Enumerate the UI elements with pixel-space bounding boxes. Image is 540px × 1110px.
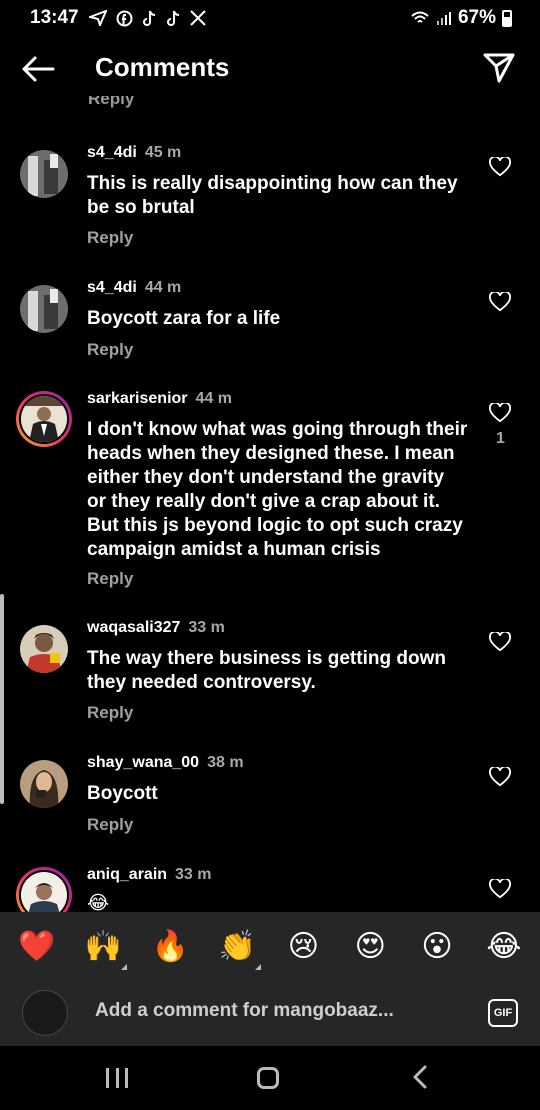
emoji-heart-eyes[interactable]: 😍: [352, 929, 388, 964]
emoji-raising-hands[interactable]: 🙌: [85, 929, 127, 970]
navigation-icon: [88, 10, 107, 26]
comment-header: s4_4di 44 m: [87, 279, 181, 297]
comment-header: waqasali327 33 m: [87, 619, 225, 637]
comment-input-row: Add a comment for mangobaaz... GIF: [0, 980, 540, 1046]
reply-button[interactable]: Reply: [87, 569, 133, 589]
send-icon[interactable]: [482, 52, 516, 84]
recent-apps-icon[interactable]: [106, 1068, 128, 1088]
comment-username[interactable]: s4_4di: [87, 144, 137, 161]
avatar[interactable]: [20, 285, 68, 333]
notification-icons: [88, 10, 206, 27]
emoji-clapping-hands[interactable]: 👏: [219, 929, 261, 970]
comment-time: 45 m: [144, 144, 182, 161]
like-heart-icon[interactable]: [489, 157, 511, 177]
avatar[interactable]: [20, 760, 68, 808]
comment-time: 44 m: [144, 279, 182, 296]
emoji-tears-of-joy[interactable]: 😂: [486, 929, 522, 964]
current-user-avatar: [22, 990, 68, 1036]
system-nav-bar: [0, 1046, 540, 1110]
comment-time: 33 m: [188, 619, 225, 636]
avatar[interactable]: [16, 867, 72, 912]
status-time: 13:47: [30, 7, 79, 28]
wifi-icon: [411, 11, 429, 23]
skin-tone-indicator: [120, 963, 127, 970]
reply-button[interactable]: Reply: [87, 703, 133, 723]
like-count: 1: [496, 430, 505, 447]
comment-text: Boycott zara for a life: [87, 308, 281, 329]
comment-item: aniq_arain 33 m 😂: [0, 862, 540, 912]
comment-username[interactable]: sarkarisenior: [87, 390, 188, 407]
back-arrow-icon[interactable]: [20, 54, 56, 84]
avatar[interactable]: [20, 150, 68, 198]
emoji-fire[interactable]: 🔥: [152, 929, 189, 964]
home-icon[interactable]: [257, 1067, 279, 1089]
emoji-reaction-bar: ❤️ 🙌 🔥 👏 😢 😍 😮 😂: [0, 912, 540, 980]
comment-time: 44 m: [195, 390, 232, 407]
avatar[interactable]: [20, 625, 68, 673]
comment-header: shay_wana_00 38 m: [87, 754, 244, 772]
tiktok-icon: [166, 10, 179, 26]
comment-header: aniq_arain 33 m: [87, 866, 212, 884]
comment-text: Boycott: [87, 783, 158, 804]
page-title: Comments: [95, 52, 230, 82]
comment-text: The way there business is getting down t…: [87, 648, 446, 693]
reply-button[interactable]: Reply: [87, 815, 133, 835]
battery-percent: 67%: [457, 7, 496, 28]
signal-icon: [436, 12, 451, 25]
comment-header: s4_4di 45 m: [87, 144, 181, 162]
x-icon: [189, 10, 206, 26]
tiktok-icon: [142, 10, 155, 26]
system-status: 67%: [410, 7, 512, 29]
avatar[interactable]: [16, 391, 72, 447]
like-heart-icon[interactable]: [489, 292, 511, 312]
comment-time: 38 m: [207, 754, 244, 771]
like-heart-icon[interactable]: [489, 879, 511, 899]
emoji-surprised-face[interactable]: 😮: [419, 929, 455, 964]
comment-text: I don't know what was going through thei…: [87, 419, 468, 560]
comment-username[interactable]: shay_wana_00: [87, 754, 199, 771]
comment-username[interactable]: aniq_arain: [87, 866, 167, 883]
comment-time: 33 m: [175, 866, 212, 883]
comment-header: sarkarisenior 44 m: [87, 390, 232, 408]
skin-tone-indicator: [254, 963, 261, 970]
like-heart-icon[interactable]: [489, 767, 511, 787]
battery-icon: [502, 9, 512, 27]
comment-input[interactable]: Add a comment for mangobaaz...: [95, 1000, 465, 1022]
reply-button[interactable]: Reply: [87, 228, 133, 248]
partial-reply-link[interactable]: Reply: [88, 96, 134, 108]
facebook-icon: [116, 10, 133, 26]
comment-text: This is really disappointing how can the…: [87, 173, 458, 218]
emoji-crying-face[interactable]: 😢: [285, 929, 321, 964]
comment-username[interactable]: s4_4di: [87, 279, 137, 296]
gif-button[interactable]: GIF: [488, 999, 518, 1027]
status-bar: 13:47 67%: [0, 0, 540, 36]
comment-text: 😂: [87, 893, 110, 912]
like-heart-icon[interactable]: [489, 403, 511, 423]
nav-back-icon[interactable]: [410, 1064, 430, 1090]
header: Comments: [0, 36, 540, 100]
emoji-heart[interactable]: ❤️: [18, 929, 55, 964]
scroll-indicator[interactable]: [0, 594, 4, 804]
reply-button[interactable]: Reply: [87, 340, 133, 360]
like-heart-icon[interactable]: [489, 632, 511, 652]
comment-username[interactable]: waqasali327: [87, 619, 180, 636]
